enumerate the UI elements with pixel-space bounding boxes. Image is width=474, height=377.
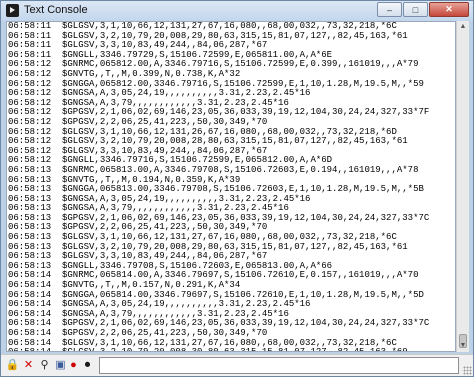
minimize-button[interactable]: – — [377, 2, 402, 17]
color-icon[interactable]: ● — [67, 359, 80, 372]
save-icon[interactable]: ▣ — [54, 359, 67, 372]
console-line: 06:58:14 $GLGSV,3,2,10,79,20,008,30,80,6… — [7, 348, 455, 351]
window-controls: – □ ✕ — [376, 2, 469, 18]
record-icon[interactable]: ⏺ — [81, 359, 94, 372]
text-console-window: Text Console – □ ✕ 06:58:11 $GLGSV,3,1,1… — [0, 0, 474, 377]
maximize-button[interactable]: □ — [403, 2, 428, 17]
bottom-toolbar: 🔒 ✕ ⚲ ▣ ● ⏺ — [1, 354, 473, 376]
close-button[interactable]: ✕ — [429, 2, 469, 17]
resize-grip-icon[interactable] — [463, 366, 472, 375]
app-icon — [6, 4, 19, 17]
vertical-scrollbar[interactable]: ▲ ▼ — [456, 21, 469, 352]
filter-icon[interactable]: ⚲ — [38, 359, 51, 372]
window-title: Text Console — [24, 4, 88, 16]
title-bar[interactable]: Text Console – □ ✕ — [1, 1, 473, 21]
console-output[interactable]: 06:58:11 $GLGSV,3,1,10,66,12,131,27,67,1… — [6, 21, 456, 352]
scroll-down-arrow-icon[interactable]: ▼ — [457, 340, 469, 352]
clear-icon[interactable]: ✕ — [22, 359, 35, 372]
command-input[interactable] — [99, 357, 459, 374]
lock-icon[interactable]: 🔒 — [6, 359, 20, 372]
scroll-up-arrow-icon[interactable]: ▲ — [457, 21, 469, 33]
